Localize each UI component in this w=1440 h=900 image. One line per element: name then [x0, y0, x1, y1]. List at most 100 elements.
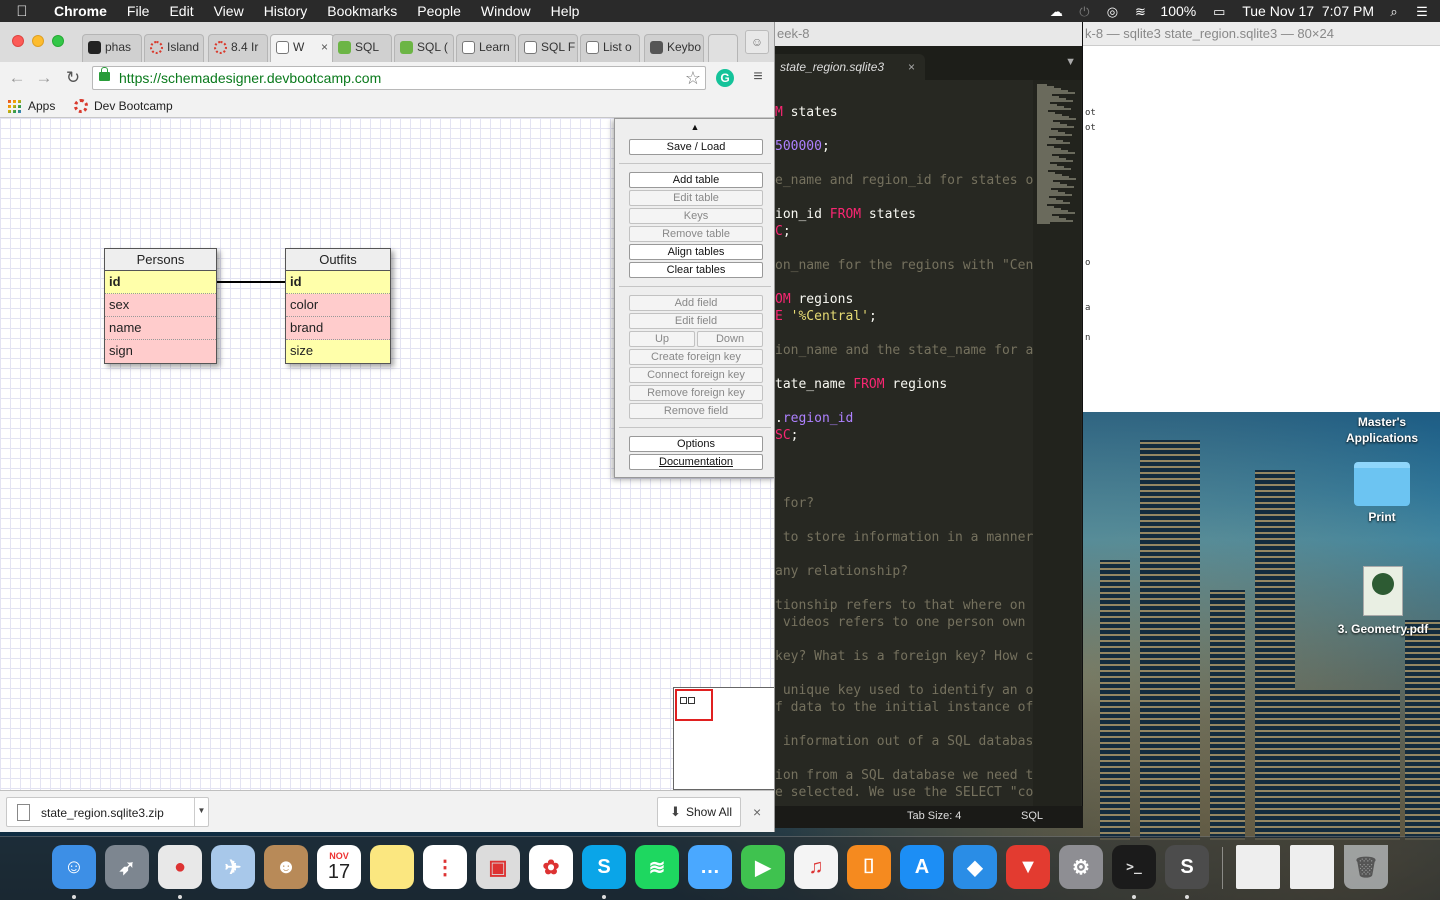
- add-field-button[interactable]: Add field: [629, 295, 763, 311]
- bookmark-apps[interactable]: Apps: [6, 97, 55, 115]
- close-icon[interactable]: ×: [321, 35, 328, 59]
- forward-button[interactable]: →: [33, 67, 55, 89]
- browser-tab[interactable]: SQL (: [394, 34, 454, 62]
- apple-menu-icon[interactable]: : [0, 3, 44, 20]
- sublime-editor-window[interactable]: eek-8 state_region.sqlite3 × ▼ M states 5…: [775, 22, 1083, 828]
- field-row[interactable]: color: [286, 294, 390, 317]
- grammarly-extension-icon[interactable]: G: [716, 69, 734, 87]
- chrome-window-thumb-1[interactable]: [1236, 845, 1280, 889]
- table-title[interactable]: Persons: [105, 249, 216, 271]
- field-row[interactable]: id: [105, 271, 216, 294]
- syntax-indicator[interactable]: SQL: [1021, 810, 1043, 822]
- mail-icon[interactable]: ✈: [211, 845, 255, 889]
- browser-tab[interactable]: Keybo: [644, 34, 704, 62]
- clock[interactable]: Tue Nov 17 7:07 PM: [1242, 3, 1374, 19]
- reminders-icon[interactable]: ⋮: [423, 845, 467, 889]
- keys-button[interactable]: Keys: [629, 208, 763, 224]
- table-persons[interactable]: Persons id sex name sign: [104, 248, 217, 364]
- address-bar[interactable]: https://schemadesigner.devbootcamp.com ☆: [92, 66, 706, 90]
- finder-icon[interactable]: ☺: [52, 845, 96, 889]
- relation-line[interactable]: [217, 281, 285, 283]
- notes-icon[interactable]: [370, 845, 414, 889]
- ibooks-icon[interactable]: ⌷: [847, 845, 891, 889]
- spotify-icon[interactable]: ≋: [635, 845, 679, 889]
- skype-icon[interactable]: S: [582, 845, 626, 889]
- tab-size-indicator[interactable]: Tab Size: 4: [907, 810, 961, 822]
- table-outfits[interactable]: Outfits id color brand size: [285, 248, 391, 364]
- chrome-menu-icon[interactable]: ≡: [749, 68, 767, 86]
- messages-icon[interactable]: …: [688, 845, 732, 889]
- back-button[interactable]: ←: [6, 67, 28, 89]
- field-row[interactable]: id: [286, 271, 390, 294]
- terminal-window[interactable]: k-8 — sqlite3 state_region.sqlite3 — 80×…: [1082, 22, 1440, 412]
- table-title[interactable]: Outfits: [286, 249, 390, 271]
- remove-field-button[interactable]: Remove field: [629, 403, 763, 419]
- sublime-icon[interactable]: S: [1165, 845, 1209, 889]
- field-row[interactable]: size: [286, 340, 390, 363]
- terminal-content[interactable]: ot ot o a n: [1083, 46, 1440, 350]
- system-preferences-icon[interactable]: ⚙: [1059, 845, 1103, 889]
- menu-edit[interactable]: Edit: [159, 3, 203, 19]
- desktop-folder-print[interactable]: Print: [1346, 462, 1418, 524]
- clear-tables-button[interactable]: Clear tables: [629, 262, 763, 278]
- field-row[interactable]: sex: [105, 294, 216, 317]
- save-load-button[interactable]: Save / Load: [629, 139, 763, 155]
- itunes-icon[interactable]: ♫: [794, 845, 838, 889]
- menu-app-chrome[interactable]: Chrome: [44, 3, 117, 19]
- terminal-icon[interactable]: >_: [1112, 845, 1156, 889]
- options-button[interactable]: Options: [629, 436, 763, 452]
- preview-icon[interactable]: ▣: [476, 845, 520, 889]
- code-area[interactable]: M states 500000; e_name and region_id for …: [775, 104, 1033, 804]
- popcorn-icon[interactable]: ▼: [1006, 845, 1050, 889]
- menu-bookmarks[interactable]: Bookmarks: [317, 3, 407, 19]
- add-table-button[interactable]: Add table: [629, 172, 763, 188]
- edit-table-button[interactable]: Edit table: [629, 190, 763, 206]
- show-all-downloads-button[interactable]: ⬇ Show All: [657, 797, 741, 827]
- menu-people[interactable]: People: [407, 3, 471, 19]
- menu-view[interactable]: View: [204, 3, 254, 19]
- documentation-link[interactable]: Documentation: [629, 454, 763, 470]
- battery-icon[interactable]: ▭: [1208, 4, 1230, 19]
- browser-tab[interactable]: List o: [580, 34, 640, 62]
- bookmark-dev-bootcamp[interactable]: Dev Bootcamp: [72, 97, 173, 115]
- browser-tab[interactable]: Learn: [456, 34, 516, 62]
- field-row[interactable]: name: [105, 317, 216, 340]
- connect-foreign-key-button[interactable]: Connect foreign key: [629, 367, 763, 383]
- search-icon[interactable]: ⌕: [1386, 4, 1402, 19]
- calendar-icon[interactable]: NOV 17: [317, 845, 361, 889]
- browser-tab[interactable]: SQL: [332, 34, 392, 62]
- new-tab-button[interactable]: [708, 34, 738, 62]
- menu-history[interactable]: History: [254, 3, 318, 19]
- window-minimize-button[interactable]: [32, 35, 44, 47]
- move-up-button[interactable]: Up: [629, 331, 695, 347]
- move-down-button[interactable]: Down: [697, 331, 763, 347]
- grammarly-icon[interactable]: ◎: [1104, 4, 1120, 19]
- window-close-button[interactable]: [12, 35, 24, 47]
- photos-icon[interactable]: ✿: [529, 845, 573, 889]
- reload-button[interactable]: ↻: [62, 67, 84, 89]
- menu-help[interactable]: Help: [541, 3, 590, 19]
- appstore-icon[interactable]: A: [900, 845, 944, 889]
- browser-tab[interactable]: SQL F: [518, 34, 578, 62]
- editor-tab[interactable]: state_region.sqlite3 ×: [775, 54, 925, 80]
- wifi-icon[interactable]: ≋: [1132, 4, 1148, 19]
- chrome-window-thumb-2[interactable]: [1290, 845, 1334, 889]
- launchpad-icon[interactable]: ➶: [105, 845, 149, 889]
- menu-file[interactable]: File: [117, 3, 160, 19]
- menu-window[interactable]: Window: [471, 3, 541, 19]
- url-text[interactable]: https://schemadesigner.devbootcamp.com: [119, 70, 381, 86]
- chrome-icon[interactable]: ●: [158, 845, 202, 889]
- facetime-icon[interactable]: ▶: [741, 845, 785, 889]
- align-tables-button[interactable]: Align tables: [629, 244, 763, 260]
- schema-designer-canvas[interactable]: Persons id sex name sign Outfits id colo…: [0, 118, 774, 790]
- close-icon[interactable]: ×: [908, 54, 915, 80]
- canvas-navigator[interactable]: [673, 687, 774, 790]
- desktop-file-geometry-pdf[interactable]: 3. Geometry.pdf: [1328, 566, 1438, 636]
- cloud-icon[interactable]: ☁: [1048, 4, 1064, 19]
- contacts-icon[interactable]: ☻: [264, 845, 308, 889]
- remove-table-button[interactable]: Remove table: [629, 226, 763, 242]
- desktop-folder-masters-applications[interactable]: Master's Applications: [1334, 414, 1430, 446]
- editor-minimap[interactable]: [1033, 80, 1081, 810]
- collapse-panel-icon[interactable]: ▲: [615, 119, 774, 137]
- browser-tab[interactable]: Island: [144, 34, 204, 62]
